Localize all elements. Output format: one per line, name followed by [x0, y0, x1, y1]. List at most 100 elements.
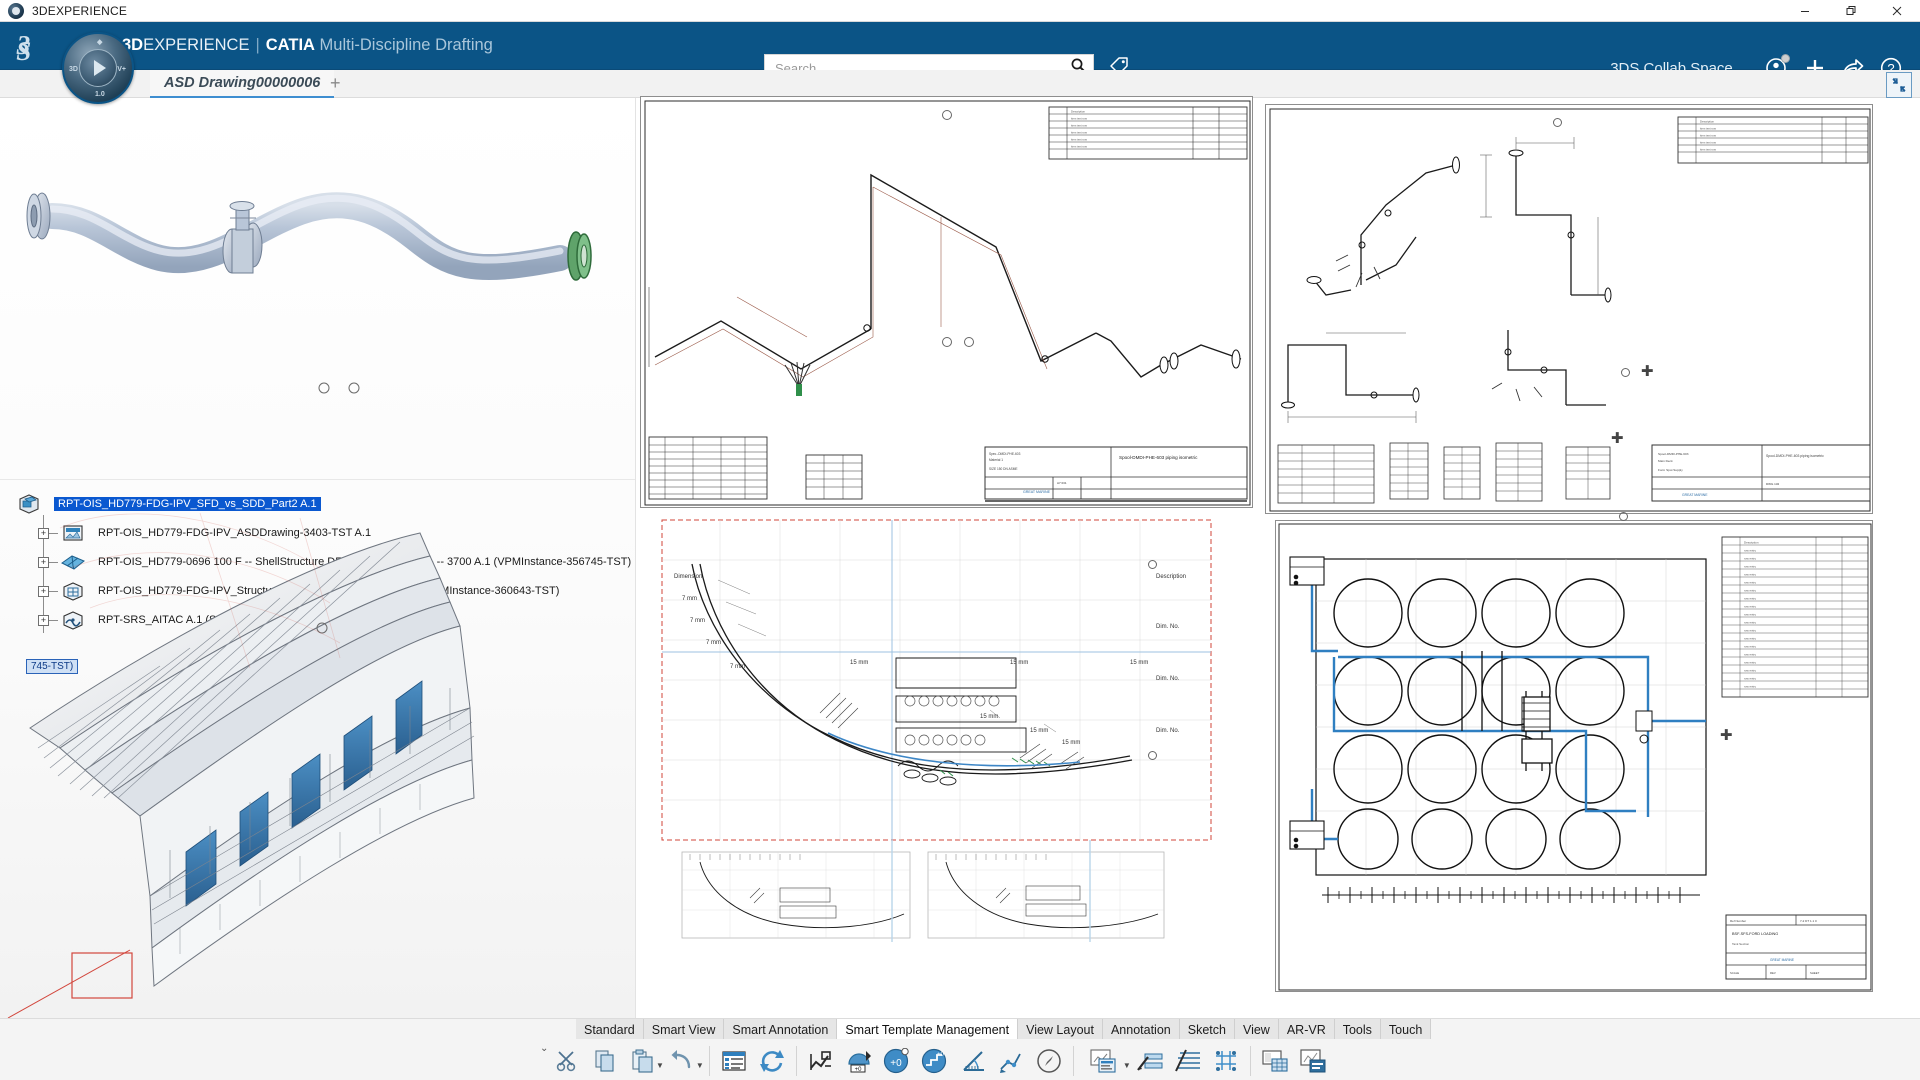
tab-label: AR-VR: [1287, 1023, 1326, 1037]
tab-annotation[interactable]: Annotation: [1103, 1019, 1180, 1039]
piping-isometric-sheet[interactable]: Descriptionitem text row item text rowit…: [640, 96, 1253, 508]
valve-assembly: [223, 202, 262, 274]
tab-label: Standard: [584, 1023, 635, 1037]
tab-tools[interactable]: Tools: [1335, 1019, 1381, 1039]
sheet-handle-ring-a[interactable]: [1553, 118, 1562, 127]
update-icon[interactable]: [753, 1042, 791, 1080]
brand-experience: EXPERIENCE: [143, 36, 249, 54]
compass-tool-icon[interactable]: [1030, 1042, 1068, 1080]
tab-label: Smart Template Management: [845, 1023, 1009, 1037]
svg-text:Dim. No.: Dim. No.: [1156, 728, 1180, 734]
compass-label-bottom: 1.0: [95, 91, 105, 98]
company-name: GREAT MARINE: [1023, 490, 1051, 494]
svg-text:A7 031: A7 031: [1057, 481, 1067, 485]
paste-icon[interactable]: [624, 1042, 662, 1080]
flange-right-green: [568, 232, 591, 280]
tab-label: Annotation: [1111, 1023, 1171, 1037]
compass-play-icon[interactable]: [79, 49, 117, 87]
svg-text:7 mm: 7 mm: [682, 596, 697, 602]
svg-text:row entry: row entry: [1744, 644, 1756, 648]
close-button[interactable]: [1874, 0, 1920, 22]
viewport-3d[interactable]: RPT-OIS_HD779-FDG-IPV_SFD_vs_SDD_Part2 A…: [0, 98, 636, 1018]
app-logo-icon: [8, 3, 24, 19]
view-handle-ring-1[interactable]: [1148, 560, 1157, 569]
sheet-1-content: Descriptionitem text row item text rowit…: [641, 97, 1253, 508]
svg-text:row entry: row entry: [1744, 580, 1756, 584]
tab-label: Touch: [1389, 1023, 1422, 1037]
tab-sketch[interactable]: Sketch: [1180, 1019, 1235, 1039]
chain-dimension-icon[interactable]: [992, 1042, 1030, 1080]
view-annotation-icon[interactable]: [1294, 1042, 1332, 1080]
svg-text:Description: Description: [1700, 120, 1714, 124]
tab-smart-template-management[interactable]: Smart Template Management: [837, 1019, 1018, 1039]
tab-asd-drawing[interactable]: ASD Drawing00000006: [150, 70, 334, 98]
sheet-handle-ring-b[interactable]: [1621, 368, 1630, 377]
svg-text:DWG 132: DWG 132: [1766, 482, 1780, 486]
text-template-icon[interactable]: [1131, 1042, 1169, 1080]
tab-label: Sketch: [1188, 1023, 1226, 1037]
toolbar-separator-4: [1250, 1046, 1251, 1076]
svg-text:15 mm: 15 mm: [1062, 740, 1080, 746]
tab-smart-annotation[interactable]: Smart Annotation: [724, 1019, 837, 1039]
tab-ar-vr[interactable]: AR-VR: [1279, 1019, 1335, 1039]
tab-smart-view[interactable]: Smart View: [644, 1019, 725, 1039]
svg-text:row entry: row entry: [1744, 668, 1756, 672]
dassault-systemes-logo-icon[interactable]: 3S: [0, 22, 56, 70]
table-template-icon[interactable]: [1169, 1042, 1207, 1080]
svg-text:item text row: item text row: [1700, 141, 1717, 145]
maximize-restore-button[interactable]: [1828, 0, 1874, 22]
workspace: RPT-OIS_HD779-FDG-IPV_SFD_vs_SDD_Part2 A…: [0, 98, 1920, 1018]
smart-dimension-icon[interactable]: [802, 1042, 840, 1080]
svg-text:15 mm: 15 mm: [1030, 728, 1048, 734]
minimize-button[interactable]: [1782, 0, 1828, 22]
tab-standard[interactable]: Standard: [576, 1019, 644, 1039]
tab-view[interactable]: View: [1235, 1019, 1279, 1039]
svg-text:7-2 DT 1.1 0: 7-2 DT 1.1 0: [1800, 919, 1817, 923]
sheet-table-icon[interactable]: [1256, 1042, 1294, 1080]
piping-spool-details-sheet[interactable]: Descriptionitem text row item text rowit…: [1265, 104, 1873, 514]
svg-text:row entry: row entry: [1744, 604, 1756, 608]
svg-text:row entry: row entry: [1744, 660, 1756, 664]
grid-points-icon[interactable]: [1207, 1042, 1245, 1080]
svg-text:+0: +0: [854, 1067, 862, 1073]
dimension-offset-icon[interactable]: +0: [878, 1042, 916, 1080]
svg-text:row entry: row entry: [1744, 628, 1756, 632]
new-tab-button[interactable]: +: [330, 74, 341, 92]
svg-text:15 mm: 15 mm: [1010, 660, 1028, 666]
tank-layout-drawing-sheet[interactable]: Description row entryrow entry row entry…: [1275, 520, 1873, 992]
svg-text:Dim. No.: Dim. No.: [1156, 624, 1180, 630]
title-block-text-4: BSF-SFS-FORD LOADING: [1732, 932, 1778, 936]
tab-view-layout[interactable]: View Layout: [1018, 1019, 1103, 1039]
cut-list-table-left: [649, 437, 767, 499]
collapse-view-icon[interactable]: [1886, 72, 1912, 98]
svg-text:15 mm: 15 mm: [1130, 660, 1148, 666]
svg-text:Description: Description: [1156, 574, 1186, 580]
svg-text:row entry: row entry: [1744, 556, 1756, 560]
properties-icon[interactable]: [715, 1042, 753, 1080]
tab-label: Tools: [1343, 1023, 1372, 1037]
svg-text:row entry: row entry: [1744, 684, 1756, 688]
svg-text:row entry: row entry: [1744, 596, 1756, 600]
tab-touch[interactable]: Touch: [1381, 1019, 1431, 1039]
svg-text:row entry: row entry: [1744, 636, 1756, 640]
hull-section-drawing-sheet[interactable]: Dimension7 mm7 mm 7 mm7 mm 15 mm15 mm15 …: [660, 518, 1213, 942]
template-view-icon[interactable]: [1079, 1042, 1129, 1080]
title-block-4: Ref Number 7-2 DT 1.1 0 BSF-SFS-FORD LOA…: [1726, 915, 1866, 979]
tab-label: View Layout: [1026, 1023, 1094, 1037]
tolerance-icon[interactable]: +0: [840, 1042, 878, 1080]
copy-icon[interactable]: [586, 1042, 624, 1080]
datum-icon[interactable]: +0: [916, 1042, 954, 1080]
undo-icon[interactable]: [664, 1042, 702, 1080]
sheet-handle-ring-c[interactable]: [1619, 512, 1628, 521]
view-handle-ring-2[interactable]: [1148, 751, 1157, 760]
svg-text:row entry: row entry: [1744, 572, 1756, 576]
cut-icon[interactable]: [548, 1042, 586, 1080]
svg-text:Main Deck: Main Deck: [1658, 459, 1673, 463]
compass-label-v: V+: [117, 66, 126, 73]
angle-dimension-icon[interactable]: [954, 1042, 992, 1080]
viewport-divider: [0, 479, 636, 480]
svg-text:item text row: item text row: [1700, 127, 1717, 131]
sheet-4-content: Description row entryrow entry row entry…: [1276, 521, 1873, 992]
3dexperience-compass-icon[interactable]: 3D V+ ◆ 1.0: [62, 32, 134, 104]
svg-text:row entry: row entry: [1744, 548, 1756, 552]
